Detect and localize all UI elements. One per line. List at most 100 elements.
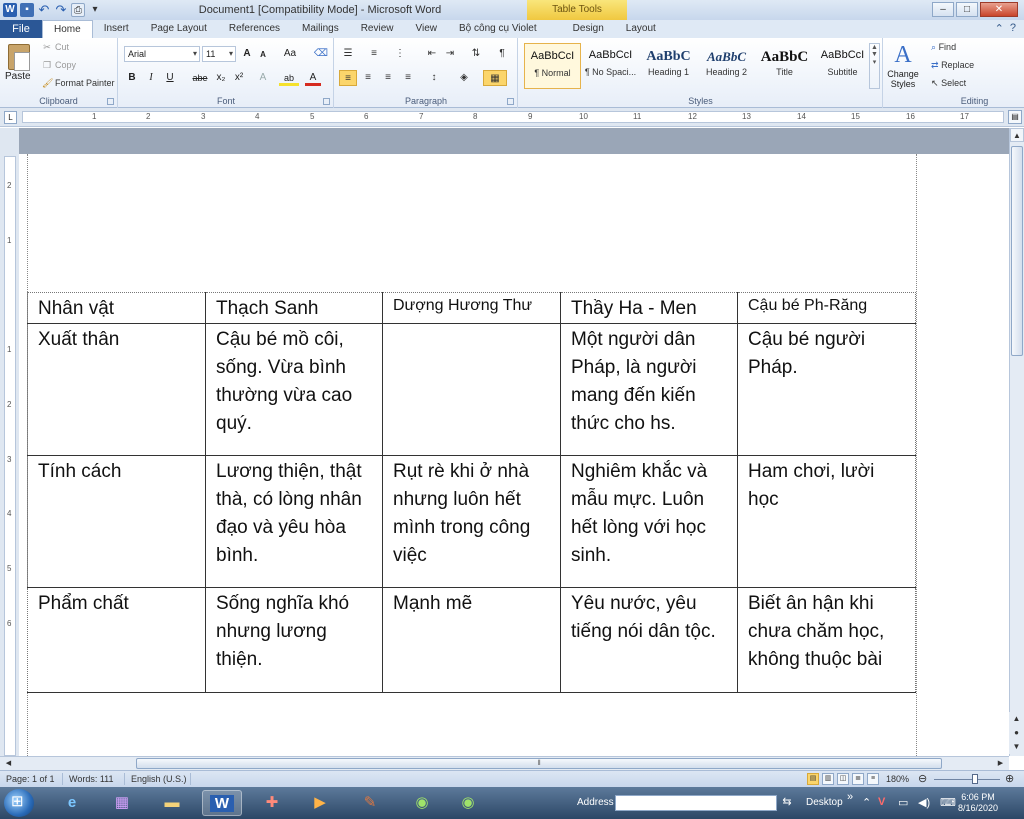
line-spacing-icon[interactable]: ↕ xyxy=(425,70,443,86)
table-cell[interactable]: Xuất thân xyxy=(27,323,206,456)
full-screen-reading-icon[interactable]: ▥ xyxy=(822,773,834,785)
tab-selector[interactable]: L xyxy=(4,111,17,124)
increase-indent-icon[interactable]: ⇥ xyxy=(441,46,459,62)
grow-font-icon[interactable]: A xyxy=(239,46,255,62)
tab-design[interactable]: Design xyxy=(562,20,615,38)
style-subtitle[interactable]: AaBbCcI Subtitle xyxy=(814,43,871,89)
table-cell[interactable]: Mạnh mẽ xyxy=(382,587,561,693)
coccoc-icon[interactable]: ◉ xyxy=(402,790,442,816)
paste-icon[interactable] xyxy=(8,44,30,71)
table-cell[interactable]: Thạch Sanh xyxy=(205,292,383,324)
tab-violet-tools[interactable]: Bộ công cụ Violet xyxy=(448,20,548,38)
media-player-icon[interactable]: ▶ xyxy=(300,790,340,816)
font-size-select[interactable]: 11 xyxy=(202,46,236,62)
table-cell[interactable]: Dượng Hương Thư xyxy=(382,292,561,324)
zoom-slider-thumb[interactable] xyxy=(972,774,978,784)
character-table[interactable]: Nhân vật Thạch Sanh Dượng Hương Thư Thầy… xyxy=(27,292,916,693)
style-heading-1[interactable]: AaBbC Heading 1 xyxy=(640,43,697,89)
style-title[interactable]: AaBbC Title xyxy=(756,43,813,89)
winrar-icon[interactable]: ▦ xyxy=(102,790,142,816)
paragraph-launcher-icon[interactable] xyxy=(507,98,514,105)
tab-file[interactable]: File xyxy=(0,20,42,38)
start-button[interactable] xyxy=(4,789,34,817)
decrease-indent-icon[interactable]: ⇤ xyxy=(423,46,441,62)
table-cell[interactable]: Cậu bé Ph-Răng xyxy=(737,292,916,324)
cut-button[interactable]: ✂ Cut xyxy=(42,42,69,52)
table-cell[interactable]: Lương thiện, thật thà, có lòng nhân đạo … xyxy=(205,455,383,588)
clear-formatting-icon[interactable]: ⌫ xyxy=(313,46,329,62)
style-no-spacing[interactable]: AaBbCcI ¶ No Spaci... xyxy=(582,43,639,89)
close-button[interactable]: ✕ xyxy=(980,2,1018,17)
underline-button[interactable]: U xyxy=(162,70,178,86)
clock[interactable]: 6:06 PM 8/16/2020 xyxy=(958,792,998,814)
tab-home[interactable]: Home xyxy=(42,20,93,38)
table-cell[interactable] xyxy=(382,323,561,456)
browse-object-icon[interactable]: ● xyxy=(1009,726,1024,740)
table-cell[interactable]: Phẩm chất xyxy=(27,587,206,693)
zoom-level[interactable]: 180% xyxy=(886,774,909,784)
maximize-button[interactable]: □ xyxy=(956,2,978,17)
table-cell[interactable]: Yêu nước, yêu tiếng nói dân tộc. xyxy=(560,587,738,693)
scroll-right-icon[interactable]: ▶ xyxy=(994,758,1007,769)
web-layout-icon[interactable]: ◫ xyxy=(837,773,849,785)
table-cell[interactable]: Rụt rè khi ở nhà nhưng luôn hết mình tro… xyxy=(382,455,561,588)
style-normal[interactable]: AaBbCcI ¶ Normal xyxy=(524,43,581,89)
highlight-color-icon[interactable]: ab xyxy=(279,70,299,86)
minimize-button[interactable]: – xyxy=(932,2,954,17)
table-cell[interactable]: Nhân vật xyxy=(27,292,206,324)
horizontal-scroll-thumb[interactable]: ⦀ xyxy=(136,758,942,769)
app-grid-icon[interactable]: ✚ xyxy=(252,790,292,816)
next-page-icon[interactable]: ▼ xyxy=(1009,740,1024,754)
sort-icon[interactable]: ⇅ xyxy=(467,46,485,62)
desktop-toolbar[interactable]: Desktop xyxy=(806,797,843,808)
shading-icon[interactable]: ◈ xyxy=(455,70,473,86)
table-cell[interactable]: Tính cách xyxy=(27,455,206,588)
table-cell[interactable]: Sống nghĩa khó nhưng lương thiện. xyxy=(205,587,383,693)
tab-page-layout[interactable]: Page Layout xyxy=(140,20,218,38)
shrink-font-icon[interactable]: A xyxy=(255,47,271,63)
tab-references[interactable]: References xyxy=(218,20,291,38)
zoom-in-icon[interactable]: ⊕ xyxy=(1005,772,1014,785)
format-painter-button[interactable]: 🖌 Format Painter xyxy=(42,78,115,88)
keyboard-icon[interactable]: ⌨ xyxy=(940,796,956,809)
change-styles-button[interactable]: A Change Styles xyxy=(883,38,923,108)
horizontal-scrollbar[interactable]: ◀ ⦀ ▶ xyxy=(0,756,1009,770)
align-left-icon[interactable]: ≡ xyxy=(339,70,357,86)
word-count[interactable]: Words: 111 xyxy=(69,774,114,784)
table-cell[interactable]: Cậu bé người Pháp. xyxy=(737,323,916,456)
scroll-up-icon[interactable]: ▲ xyxy=(1010,128,1024,142)
text-effects-icon[interactable]: A xyxy=(255,70,271,86)
table-cell[interactable]: Một người dân Pháp, là người mang đến ki… xyxy=(560,323,738,456)
tab-layout[interactable]: Layout xyxy=(615,20,667,38)
tray-expand-icon[interactable]: ⌃ xyxy=(862,796,871,809)
draft-view-icon[interactable]: ≡ xyxy=(867,773,879,785)
styles-scroll[interactable]: ▲ ▼ ▾ xyxy=(869,43,880,89)
zoom-slider[interactable] xyxy=(934,779,1000,780)
table-cell[interactable]: Biết ân hận khi chưa chăm học, không thu… xyxy=(737,587,916,693)
font-launcher-icon[interactable] xyxy=(323,98,330,105)
language-indicator[interactable]: English (U.S.) xyxy=(131,774,187,784)
show-formatting-icon[interactable]: ¶ xyxy=(493,46,511,62)
superscript-button[interactable]: x² xyxy=(231,70,247,86)
ruler-strip[interactable]: 1 2 3 4 5 6 7 8 9 10 11 12 13 14 15 16 1… xyxy=(22,111,1004,123)
subscript-button[interactable]: x₂ xyxy=(213,70,229,86)
vertical-scrollbar[interactable]: ▲ xyxy=(1009,128,1024,756)
tool-icon[interactable]: ✎ xyxy=(350,790,390,816)
print-layout-icon[interactable]: ▤ xyxy=(807,773,819,785)
strikethrough-button[interactable]: abe xyxy=(189,70,211,86)
help-icon[interactable]: ? xyxy=(1010,22,1016,35)
borders-icon[interactable]: ▦ xyxy=(483,70,507,86)
justify-icon[interactable]: ≡ xyxy=(399,70,417,86)
coccoc-active-icon[interactable]: ◉ xyxy=(448,790,488,816)
align-center-icon[interactable]: ≡ xyxy=(359,70,377,86)
italic-button[interactable]: I xyxy=(143,70,159,86)
table-cell[interactable]: Cậu bé mồ côi, sống. Vừa bình thường vừa… xyxy=(205,323,383,456)
bold-button[interactable]: B xyxy=(124,70,140,86)
expand-toolbar-icon[interactable]: » xyxy=(847,791,853,803)
find-button[interactable]: ⌕ Find xyxy=(931,42,956,53)
tab-view[interactable]: View xyxy=(405,20,449,38)
vertical-scroll-thumb[interactable] xyxy=(1011,146,1023,356)
previous-page-icon[interactable]: ▲ xyxy=(1009,712,1024,726)
bullets-icon[interactable]: ☰ xyxy=(339,46,357,62)
change-case-icon[interactable]: Aa xyxy=(279,46,301,62)
